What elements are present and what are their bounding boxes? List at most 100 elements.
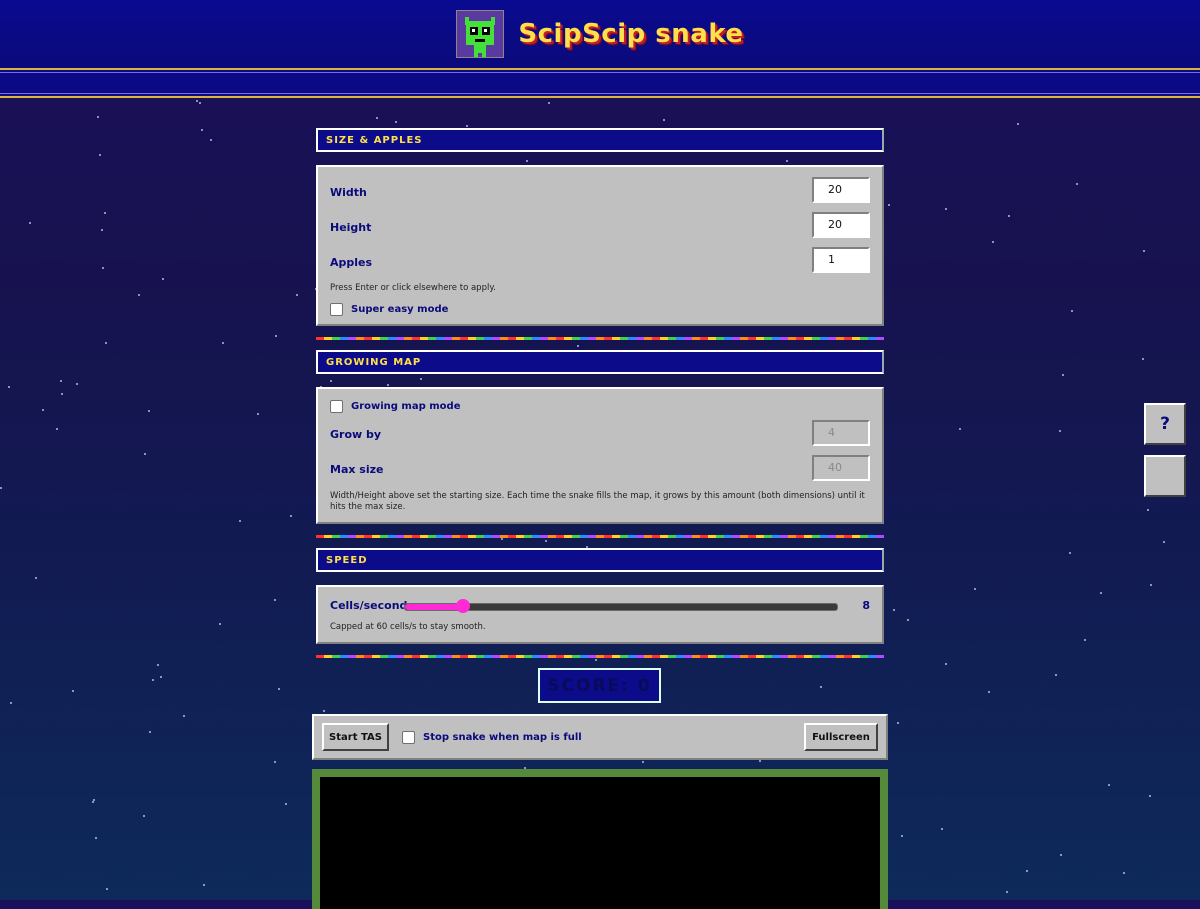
star-dot <box>196 100 198 102</box>
star-dot <box>376 117 378 119</box>
star-dot <box>759 760 761 762</box>
stop-snake-checkbox[interactable] <box>402 731 415 744</box>
star-dot <box>1062 374 1064 376</box>
star-dot <box>893 609 895 611</box>
star-dot <box>1017 123 1019 125</box>
game-canvas[interactable] <box>312 769 888 909</box>
star-dot <box>988 691 990 693</box>
star-dot <box>257 413 259 415</box>
star-dot <box>466 125 468 127</box>
star-dot <box>897 722 899 724</box>
star-dot <box>1055 674 1057 676</box>
star-dot <box>60 380 62 382</box>
section-heading-speed: SPEED <box>316 548 884 572</box>
star-dot <box>219 623 221 625</box>
star-dot <box>1076 183 1078 185</box>
rainbow-divider <box>316 337 884 340</box>
star-dot <box>820 686 822 688</box>
star-dot <box>1071 310 1073 312</box>
apples-input[interactable]: 1 <box>812 247 870 273</box>
star-dot <box>61 393 63 395</box>
star-dot <box>663 119 665 121</box>
star-dot <box>149 731 151 733</box>
star-dot <box>1008 215 1010 217</box>
star-dot <box>1060 854 1062 856</box>
star-dot <box>888 204 890 206</box>
apply-hint: Press Enter or click elsewhere to apply. <box>330 283 496 293</box>
star-dot <box>1100 592 1102 594</box>
star-dot <box>1147 509 1149 511</box>
star-dot <box>1108 784 1110 786</box>
max-size-input[interactable]: 40 <box>812 455 870 481</box>
star-dot <box>56 428 58 430</box>
alien-logo-icon <box>456 10 505 58</box>
fullscreen-button[interactable]: Fullscreen <box>804 723 878 751</box>
star-dot <box>1142 358 1144 360</box>
side-blank-button[interactable] <box>1144 455 1186 497</box>
speed-slider-thumb[interactable] <box>456 599 471 613</box>
growing-map-mode-row[interactable]: Growing map mode <box>330 400 460 413</box>
super-easy-mode-row[interactable]: Super easy mode <box>330 303 448 316</box>
star-dot <box>786 160 788 162</box>
star-dot <box>10 702 12 704</box>
star-dot <box>330 380 332 382</box>
star-dot <box>102 267 104 269</box>
star-dot <box>275 335 277 337</box>
star-dot <box>35 577 37 579</box>
header-divider-strip <box>0 68 1200 98</box>
star-dot <box>76 383 78 385</box>
star-dot <box>201 129 203 131</box>
star-dot <box>105 342 107 344</box>
star-dot <box>203 884 205 886</box>
star-dot <box>199 102 201 104</box>
max-size-label: Max size <box>330 463 384 476</box>
star-dot <box>545 540 547 542</box>
speed-slider[interactable] <box>404 599 838 613</box>
super-easy-mode-label: Super easy mode <box>351 304 449 315</box>
rainbow-divider <box>316 535 884 538</box>
height-input[interactable]: 20 <box>812 212 870 238</box>
apples-label: Apples <box>330 256 373 269</box>
app-header: ScipScip snake <box>0 0 1200 68</box>
help-button[interactable]: ? <box>1144 403 1186 445</box>
star-dot <box>1026 870 1028 872</box>
star-dot <box>901 835 903 837</box>
star-dot <box>144 453 146 455</box>
start-tas-button[interactable]: Start TAS <box>322 723 389 751</box>
star-dot <box>548 102 550 104</box>
star-dot <box>290 515 292 517</box>
star-dot <box>92 801 94 803</box>
stop-snake-row[interactable]: Stop snake when map is full <box>402 731 582 744</box>
star-dot <box>420 378 422 380</box>
star-dot <box>395 121 397 123</box>
star-dot <box>274 761 276 763</box>
star-dot <box>210 139 212 141</box>
star-dot <box>1084 639 1086 641</box>
grow-by-label: Grow by <box>330 428 382 441</box>
cells-per-second-label: Cells/second <box>330 599 408 612</box>
growing-map-panel: Growing map mode Grow by 4 Max size 40 W… <box>316 387 884 524</box>
width-input[interactable]: 20 <box>812 177 870 203</box>
star-dot <box>157 664 159 666</box>
star-dot <box>42 409 44 411</box>
star-dot <box>285 803 287 805</box>
star-dot <box>239 520 241 522</box>
star-dot <box>138 294 140 296</box>
star-dot <box>907 619 909 621</box>
rainbow-divider <box>316 655 884 658</box>
star-dot <box>642 761 644 763</box>
growing-map-mode-checkbox[interactable] <box>330 400 343 413</box>
star-dot <box>95 837 97 839</box>
star-dot <box>278 688 280 690</box>
star-dot <box>992 241 994 243</box>
super-easy-mode-checkbox[interactable] <box>330 303 343 316</box>
star-dot <box>8 386 10 388</box>
star-dot <box>1150 584 1152 586</box>
star-dot <box>1123 872 1125 874</box>
star-dot <box>387 384 389 386</box>
grow-by-input[interactable]: 4 <box>812 420 870 446</box>
star-dot <box>526 160 528 162</box>
star-dot <box>1143 250 1145 252</box>
size-apples-panel: Width 20 Height 20 Apples 1 Press Enter … <box>316 165 884 326</box>
star-dot <box>501 538 503 540</box>
